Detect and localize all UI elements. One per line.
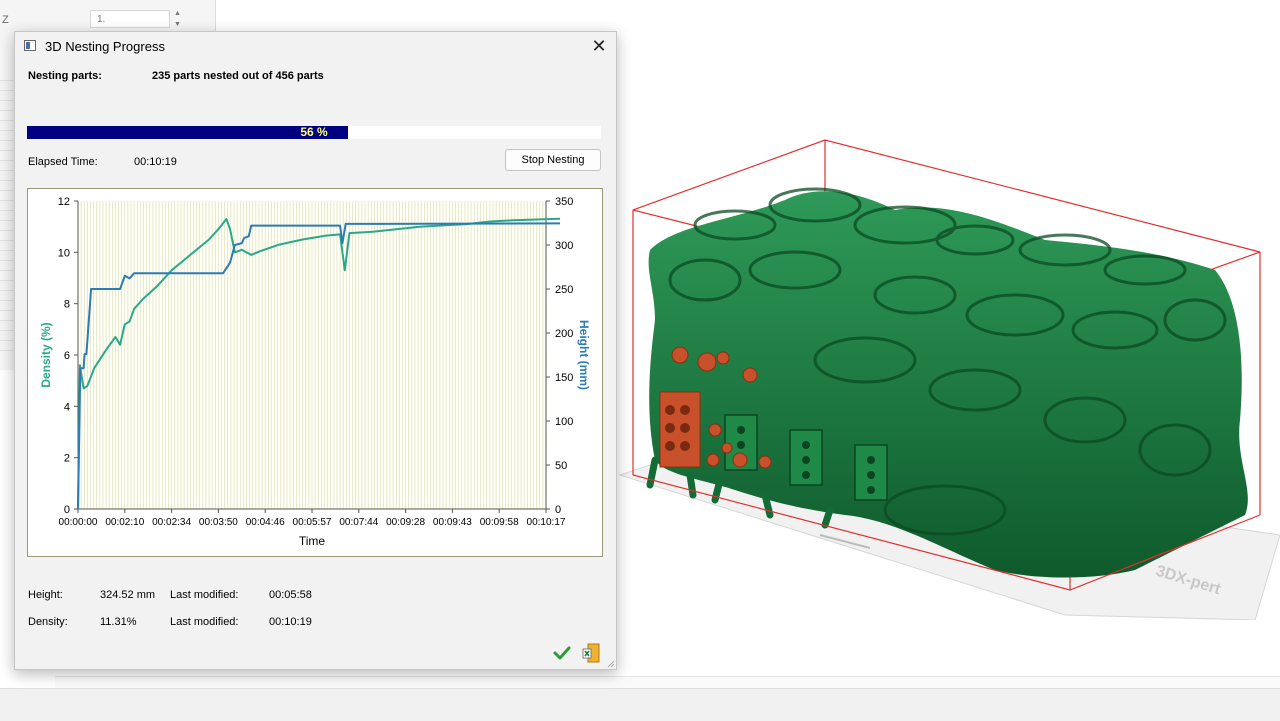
left-tick-label: 12 <box>58 196 70 208</box>
left-tick-label: 6 <box>64 350 70 362</box>
height-last-modified-value: 00:05:58 <box>269 589 312 601</box>
right-tick-label: 300 <box>555 240 573 252</box>
left-tick-label: 4 <box>64 401 70 413</box>
nesting-parts-label: Nesting parts: <box>28 70 102 82</box>
right-axis-label: Height (mm) <box>577 320 591 390</box>
spinner-arrows-icon[interactable]: ▲ ▼ <box>172 8 183 30</box>
axis-letter: Z <box>2 14 9 26</box>
progress-chart: 0 2 4 6 8 10 12 0 50 100 150 200 250 300 350 00:00:00 00… <box>27 188 603 557</box>
ok-checkmark-icon[interactable] <box>553 644 571 662</box>
x-tick-label: 00:05:57 <box>293 517 332 528</box>
x-tick-label: 00:07:44 <box>339 517 378 528</box>
elapsed-time-label: Elapsed Time: <box>28 156 98 168</box>
stop-nesting-button[interactable]: Stop Nesting <box>505 149 601 171</box>
nesting-progress-dialog[interactable]: 3D Nesting Progress ✕ Nesting parts: 235… <box>14 31 617 670</box>
x-tick-label: 00:00:00 <box>59 517 98 528</box>
density-label: Density: <box>28 616 68 628</box>
left-tick-label: 8 <box>64 299 70 311</box>
export-excel-icon[interactable] <box>582 642 600 664</box>
title-bar[interactable]: 3D Nesting Progress ✕ <box>15 32 616 60</box>
height-value: 324.52 mm <box>100 589 156 601</box>
x-tick-label: 00:09:28 <box>386 517 425 528</box>
density-value: 11.31% <box>100 616 137 628</box>
window-icon <box>24 40 36 51</box>
x-tick-label: 00:02:10 <box>105 517 144 528</box>
progress-bar: 56 % <box>27 126 601 139</box>
close-button[interactable]: ✕ <box>586 34 612 58</box>
x-tick-label: 00:09:58 <box>480 517 519 528</box>
height-label: Height: <box>28 589 63 601</box>
background-input-field[interactable]: 1. <box>90 10 170 28</box>
chart-svg: 0 2 4 6 8 10 12 0 50 100 150 200 250 300 350 00:00:00 00… <box>39 196 591 548</box>
right-tick-label: 250 <box>555 284 573 296</box>
right-tick-label: 200 <box>555 328 573 340</box>
3d-viewport[interactable]: 3DX-pert <box>615 130 1280 620</box>
x-tick-label: 00:04:46 <box>246 517 285 528</box>
density-last-modified-label: Last modified: <box>170 616 239 628</box>
elapsed-time-value: 00:10:19 <box>134 156 177 168</box>
nesting-parts-value: 235 parts nested out of 456 parts <box>152 70 324 82</box>
x-axis-label: Time <box>299 534 326 548</box>
x-tick-label: 00:09:43 <box>433 517 472 528</box>
resize-grip-icon[interactable] <box>607 660 615 668</box>
right-tick-label: 0 <box>555 504 561 516</box>
background-grid <box>0 80 14 360</box>
density-last-modified-value: 00:10:19 <box>269 616 312 628</box>
left-axis-label: Density (%) <box>39 322 53 387</box>
right-tick-label: 100 <box>555 416 573 428</box>
x-tick-label: 00:02:34 <box>152 517 191 528</box>
nested-parts <box>646 187 1248 578</box>
close-icon: ✕ <box>591 36 607 56</box>
height-last-modified-label: Last modified: <box>170 589 239 601</box>
right-tick-label: 50 <box>555 460 567 472</box>
right-tick-label: 350 <box>555 196 573 208</box>
x-tick-label: 00:10:17 <box>527 517 566 528</box>
left-tick-label: 10 <box>58 247 70 259</box>
status-bar <box>0 688 1280 721</box>
right-tick-label: 150 <box>555 372 573 384</box>
x-tick-label: 00:03:50 <box>199 517 238 528</box>
left-tick-label: 2 <box>64 453 70 465</box>
progress-text: 56 % <box>300 125 328 139</box>
left-tick-label: 0 <box>64 504 70 516</box>
dialog-title: 3D Nesting Progress <box>45 39 165 54</box>
